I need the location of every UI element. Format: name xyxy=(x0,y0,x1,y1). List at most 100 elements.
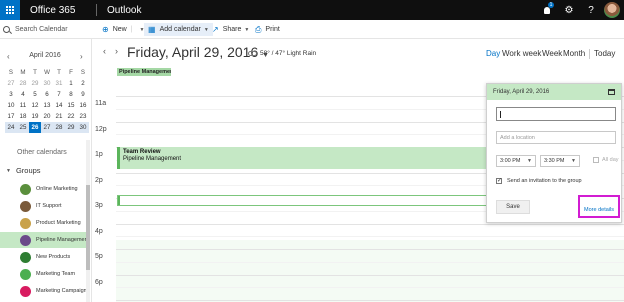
share-label: Share xyxy=(222,26,242,33)
group-item[interactable]: Marketing Team xyxy=(0,266,86,282)
quick-event-popup: Friday, April 29, 2016 Add a location 3:… xyxy=(486,83,622,223)
more-details-link[interactable]: More details xyxy=(578,195,620,218)
group-label: IT Support xyxy=(36,203,62,209)
group-item[interactable]: Pipeline Management xyxy=(0,232,86,248)
share-button[interactable]: ↗ Share ▼ xyxy=(212,23,249,36)
mini-calendar-day[interactable]: 28 xyxy=(53,122,65,133)
new-label: New xyxy=(112,26,127,33)
app-name[interactable]: Outlook xyxy=(107,5,141,16)
command-bar: Search Calendar ⊕ New | ▼ ▦ Add calendar… xyxy=(0,20,624,39)
mini-calendar-day[interactable]: 18 xyxy=(17,111,29,122)
mini-calendar-title: April 2016 xyxy=(29,52,61,59)
notification-badge: 1 xyxy=(548,2,554,8)
calendar-add-icon: ▦ xyxy=(148,25,156,34)
search-box[interactable]: Search Calendar xyxy=(3,23,93,36)
group-item[interactable]: New Products xyxy=(0,249,86,265)
group-item[interactable]: Online Marketing xyxy=(0,181,86,197)
group-item[interactable]: Marketing Campaigns xyxy=(0,283,86,299)
start-time-select[interactable]: 3:00 PM ▼ xyxy=(496,155,536,167)
popup-header: Friday, April 29, 2016 xyxy=(487,84,621,100)
new-event-draft[interactable] xyxy=(117,195,487,206)
mini-calendar-day[interactable]: 12 xyxy=(29,100,41,111)
mini-calendar-day[interactable]: 20 xyxy=(41,111,53,122)
all-day-event[interactable]: Pipeline Management xyxy=(117,68,171,76)
mini-calendar-day[interactable]: 27 xyxy=(41,122,53,133)
event-team-review[interactable]: Team Review Pipeline Management xyxy=(117,147,487,169)
mini-calendar-day[interactable]: 24 xyxy=(5,122,17,133)
mini-calendar-day[interactable]: 21 xyxy=(53,111,65,122)
group-label: Product Marketing xyxy=(36,220,81,226)
print-button[interactable]: ⎙ Print xyxy=(255,23,280,36)
mini-calendar-day[interactable]: 3 xyxy=(5,89,17,100)
groups-heading[interactable]: ▼ Groups xyxy=(6,166,41,175)
mini-calendar-day[interactable]: 15 xyxy=(65,100,77,111)
mini-calendar-day[interactable]: 30 xyxy=(41,78,53,89)
mini-calendar-day[interactable]: 17 xyxy=(5,111,17,122)
add-calendar-button[interactable]: ▦ Add calendar ▼ xyxy=(144,23,213,36)
location-input[interactable]: Add a location xyxy=(496,131,616,144)
view-day[interactable]: Day xyxy=(486,49,500,58)
next-month-icon[interactable]: › xyxy=(80,52,83,61)
hour-label: 2p xyxy=(95,176,103,184)
mini-calendar-day[interactable]: 1 xyxy=(65,78,77,89)
mini-calendar-day[interactable]: 26 xyxy=(29,122,41,133)
mini-calendar-day[interactable]: 30 xyxy=(77,122,89,133)
day-header: T xyxy=(33,69,37,76)
mini-calendar-day[interactable]: 25 xyxy=(17,122,29,133)
mini-calendar-day[interactable]: 29 xyxy=(29,78,41,89)
group-label: Marketing Team xyxy=(36,271,76,277)
prev-day-icon[interactable]: ‹ xyxy=(103,46,106,56)
popup-date: Friday, April 29, 2016 xyxy=(493,89,550,95)
group-item[interactable]: IT Support xyxy=(0,198,86,214)
group-avatar xyxy=(20,285,31,297)
mini-calendar-day[interactable]: 9 xyxy=(77,89,89,100)
new-button[interactable]: ⊕ New | ▼ xyxy=(102,23,145,36)
mini-calendar-day[interactable]: 4 xyxy=(17,89,29,100)
mini-calendar-day[interactable]: 16 xyxy=(77,100,89,111)
mini-calendar-day[interactable]: 8 xyxy=(65,89,77,100)
mini-calendar-day[interactable]: 31 xyxy=(53,78,65,89)
mini-calendar-day[interactable]: 2 xyxy=(77,78,89,89)
today-button[interactable]: Today xyxy=(594,49,615,58)
view-week[interactable]: Week xyxy=(542,49,562,58)
mini-calendar-day[interactable]: 14 xyxy=(53,100,65,111)
hour-label: 3p xyxy=(95,202,103,209)
calendar-icon[interactable] xyxy=(608,89,615,95)
view-month[interactable]: Month xyxy=(563,49,585,58)
avatar[interactable] xyxy=(604,2,620,18)
mini-calendar-day[interactable]: 19 xyxy=(29,111,41,122)
event-title-input[interactable] xyxy=(496,107,616,121)
help-icon[interactable]: ? xyxy=(580,0,602,20)
send-invitation-checkbox[interactable]: Send an invitation to the group xyxy=(496,177,582,184)
gear-icon[interactable]: ⚙ xyxy=(558,0,580,20)
end-time-select[interactable]: 3:30 PM ▼ xyxy=(540,155,580,167)
mini-calendar-day[interactable]: 13 xyxy=(41,100,53,111)
mini-calendar-day[interactable]: 5 xyxy=(29,89,41,100)
mini-calendar-day[interactable]: 6 xyxy=(41,89,53,100)
group-avatar xyxy=(20,183,31,195)
brand-name[interactable]: Office 365 xyxy=(30,5,96,16)
rain-cloud-icon xyxy=(248,51,257,56)
mini-calendar-day[interactable]: 10 xyxy=(5,100,17,111)
mini-calendar-day[interactable]: 11 xyxy=(17,100,29,111)
sidebar-scroll-thumb[interactable] xyxy=(86,185,90,270)
mini-calendar-day[interactable]: 27 xyxy=(5,78,17,89)
divider xyxy=(589,49,590,59)
other-calendars-heading[interactable]: Other calendars xyxy=(17,149,67,156)
mini-calendar-day[interactable]: 22 xyxy=(65,111,77,122)
group-item[interactable]: Product Marketing xyxy=(0,215,86,231)
chevron-down-icon: ▼ xyxy=(571,158,576,164)
search-placeholder: Search Calendar xyxy=(15,26,68,33)
mini-calendar-day[interactable]: 28 xyxy=(17,78,29,89)
mini-calendar-day[interactable]: 29 xyxy=(65,122,77,133)
mini-calendar-day[interactable]: 7 xyxy=(53,89,65,100)
next-day-icon[interactable]: › xyxy=(115,46,118,56)
view-work-week[interactable]: Work week xyxy=(502,49,541,58)
all-day-checkbox[interactable]: All day xyxy=(593,157,619,163)
waffle-icon[interactable] xyxy=(0,0,20,20)
mini-calendar-day[interactable]: 23 xyxy=(77,111,89,122)
bell-icon[interactable]: 1 xyxy=(536,0,558,20)
save-button[interactable]: Save xyxy=(496,200,530,214)
group-avatar xyxy=(20,268,31,280)
half-hour-line xyxy=(116,287,624,289)
